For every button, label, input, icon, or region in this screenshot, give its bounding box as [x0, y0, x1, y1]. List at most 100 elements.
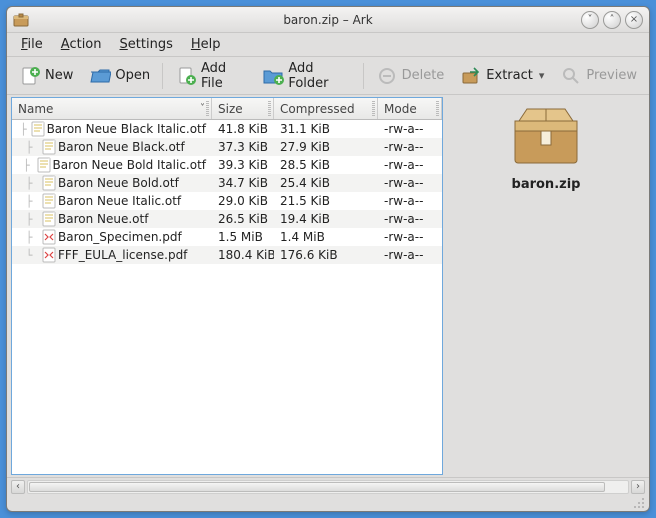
new-label: New: [45, 68, 73, 83]
table-row[interactable]: ├Baron Neue Black.otf37.3 KiB27.9 KiB-rw…: [12, 138, 442, 156]
column-headers: Name ˅ Size Compressed Mode: [12, 98, 442, 120]
font-file-icon: [42, 139, 56, 155]
tree-branch-icon: ├: [18, 213, 40, 226]
file-name: Baron Neue.otf: [58, 212, 148, 226]
horizontal-scrollbar[interactable]: ‹ ›: [7, 477, 649, 495]
add-folder-icon: [262, 65, 284, 87]
file-name: Baron Neue Black Italic.otf: [47, 122, 206, 136]
titlebar[interactable]: baron.zip – Ark ˅ ˄ ×: [7, 7, 649, 33]
archive-box-icon: [509, 105, 583, 169]
app-window: baron.zip – Ark ˅ ˄ × File Action Settin…: [6, 6, 650, 512]
font-file-icon: [31, 121, 45, 137]
file-size: 180.4 KiB: [212, 248, 274, 262]
font-file-icon: [42, 193, 56, 209]
delete-label: Delete: [402, 68, 445, 83]
toolbar-separator: [363, 63, 364, 89]
chevron-down-icon[interactable]: ▾: [539, 69, 545, 82]
column-compressed[interactable]: Compressed: [274, 98, 378, 119]
file-name: Baron Neue Italic.otf: [58, 194, 181, 208]
column-resize-handle[interactable]: [372, 101, 375, 116]
new-button[interactable]: New: [13, 62, 79, 90]
info-pane: baron.zip: [443, 95, 649, 477]
column-name[interactable]: Name ˅: [12, 98, 212, 119]
scroll-thumb[interactable]: [29, 482, 605, 492]
font-file-icon: [42, 211, 56, 227]
table-row[interactable]: ├Baron Neue.otf26.5 KiB19.4 KiB-rw-a--: [12, 210, 442, 228]
toolbar: New Open Add File Add Folder Delet: [7, 57, 649, 95]
add-file-label: Add File: [201, 61, 246, 91]
file-size: 26.5 KiB: [212, 212, 274, 226]
table-row[interactable]: ├ Baron Neue Bold Italic.otf 39.3 KiB28.5 …: [12, 156, 442, 174]
content-area: Name ˅ Size Compressed Mode ├Baron Neue: [7, 95, 649, 477]
menu-settings[interactable]: Settings: [112, 35, 181, 54]
archive-name: baron.zip: [512, 177, 581, 192]
file-rows: ├Baron Neue Black Italic.otf41.8 KiB31.1…: [12, 120, 442, 474]
column-mode[interactable]: Mode: [378, 98, 442, 119]
table-row[interactable]: ├ Baron_Specimen.pdf 1.5 MiB1.4 MiB-rw-a--: [12, 228, 442, 246]
table-row[interactable]: ├Baron Neue Italic.otf29.0 KiB21.5 KiB-r…: [12, 192, 442, 210]
new-archive-icon: [19, 65, 41, 87]
extract-label: Extract: [486, 68, 533, 83]
file-size: 41.8 KiB: [212, 122, 274, 136]
menu-help[interactable]: Help: [183, 35, 229, 54]
file-size: 1.5 MiB: [212, 230, 274, 244]
file-mode: -rw-a--: [378, 248, 442, 262]
preview-icon: [560, 65, 582, 87]
file-compressed: 21.5 KiB: [274, 194, 378, 208]
file-compressed: 25.4 KiB: [274, 176, 378, 190]
file-compressed: 1.4 MiB: [274, 230, 378, 244]
file-mode: -rw-a--: [378, 230, 442, 244]
add-folder-label: Add Folder: [288, 61, 350, 91]
file-name: FFF_EULA_license.pdf: [58, 248, 187, 262]
scroll-left-button[interactable]: ‹: [11, 480, 25, 494]
toolbar-separator: [162, 63, 163, 89]
sort-asc-icon: ˅: [200, 103, 205, 114]
add-folder-button[interactable]: Add Folder: [256, 58, 356, 94]
file-name: Baron Neue Bold Italic.otf: [53, 158, 206, 172]
minimize-button[interactable]: ˅: [581, 11, 599, 29]
tree-branch-icon: ├: [18, 231, 40, 244]
file-size: 39.3 KiB: [212, 158, 274, 172]
preview-label: Preview: [586, 68, 637, 83]
file-mode: -rw-a--: [378, 140, 442, 154]
tree-branch-icon: ├: [18, 141, 40, 154]
tree-branch-icon: ├: [18, 159, 35, 172]
table-row[interactable]: ├Baron Neue Bold.otf34.7 KiB25.4 KiB-rw-…: [12, 174, 442, 192]
scroll-right-button[interactable]: ›: [631, 480, 645, 494]
file-mode: -rw-a--: [378, 194, 442, 208]
file-list-pane: Name ˅ Size Compressed Mode ├Baron Neue: [11, 97, 443, 475]
file-size: 29.0 KiB: [212, 194, 274, 208]
file-name: Baron_Specimen.pdf: [58, 230, 182, 244]
file-size: 34.7 KiB: [212, 176, 274, 190]
maximize-button[interactable]: ˄: [603, 11, 621, 29]
open-folder-icon: [89, 65, 111, 87]
close-button[interactable]: ×: [625, 11, 643, 29]
file-compressed: 27.9 KiB: [274, 140, 378, 154]
column-resize-handle[interactable]: [268, 101, 271, 116]
column-resize-handle[interactable]: [436, 101, 439, 116]
extract-icon: [460, 65, 482, 87]
file-compressed: 176.6 KiB: [274, 248, 378, 262]
delete-icon: [376, 65, 398, 87]
menu-action[interactable]: Action: [53, 35, 110, 54]
pdf-file-icon: [42, 229, 56, 245]
app-archive-icon: [13, 12, 29, 28]
table-row[interactable]: ├Baron Neue Black Italic.otf41.8 KiB31.1…: [12, 120, 442, 138]
tree-branch-icon: └: [18, 249, 40, 262]
file-mode: -rw-a--: [378, 158, 442, 172]
add-file-button[interactable]: Add File: [169, 58, 252, 94]
menubar: File Action Settings Help: [7, 33, 649, 57]
tree-branch-icon: ├: [18, 177, 40, 190]
file-name: Baron Neue Black.otf: [58, 140, 185, 154]
open-button[interactable]: Open: [83, 62, 156, 90]
file-mode: -rw-a--: [378, 122, 442, 136]
extract-button[interactable]: Extract ▾: [454, 62, 550, 90]
file-compressed: 28.5 KiB: [274, 158, 378, 172]
scroll-track[interactable]: [27, 480, 629, 494]
resize-grip[interactable]: [7, 495, 649, 511]
table-row[interactable]: └ FFF_EULA_license.pdf 180.4 KiB176.6 KiB-…: [12, 246, 442, 264]
column-resize-handle[interactable]: [206, 101, 209, 116]
file-name: Baron Neue Bold.otf: [58, 176, 179, 190]
column-size[interactable]: Size: [212, 98, 274, 119]
menu-file[interactable]: File: [13, 35, 51, 54]
